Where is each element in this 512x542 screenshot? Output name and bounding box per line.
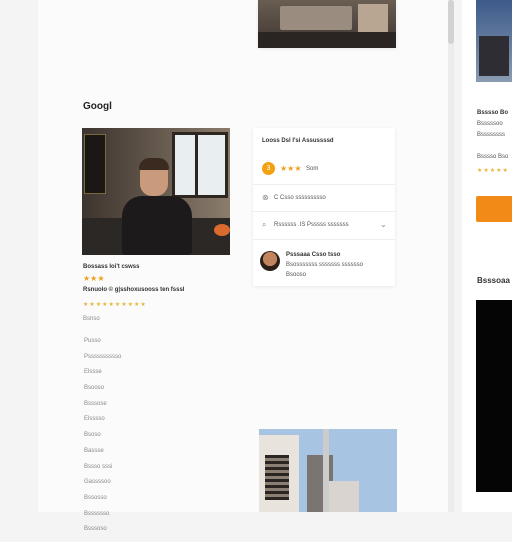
filter-item[interactable]: Pusso [84, 338, 121, 354]
profile-photo[interactable] [82, 128, 230, 255]
photo-shape [280, 6, 352, 30]
right-panel-text: Bsssso Bso [477, 154, 509, 160]
filter-item[interactable]: Elsssso [84, 416, 121, 432]
photo-building [479, 36, 509, 76]
filter-item[interactable]: Bassse [84, 448, 121, 464]
profile-rating-stars: ★★★ [83, 274, 105, 283]
profile-name[interactable]: Bossass Ioi't cswss [83, 264, 139, 270]
filter-item[interactable]: Bsssssso [84, 511, 121, 527]
filter-item[interactable]: Bsssoso [84, 526, 121, 542]
scroll-thumb[interactable] [448, 0, 454, 44]
option-item[interactable]: C Csso ssssssssso [274, 195, 326, 201]
profile-subtitle: Rsnuolo © g|sshoxusooss ten fsssl [83, 287, 185, 293]
info-card: Looss Dsl I'si Assussssd 3 ★★★ Som ⊗ C C… [253, 128, 395, 286]
avatar[interactable] [260, 251, 280, 271]
photo-person-hair [139, 158, 169, 170]
right-panel-photo[interactable] [476, 0, 512, 82]
filter-item[interactable]: Bssso sssi [84, 464, 121, 480]
photo-lamp [214, 224, 230, 236]
photo-window [172, 132, 228, 198]
photo-building-shutters [265, 455, 289, 500]
building-photo[interactable] [259, 429, 397, 512]
photo-shape [358, 4, 388, 34]
filter-list: Pusso Psssssssssso Elssse Bsooso Bsssose… [84, 338, 121, 542]
right-panel-text: Bsssso Bo [477, 110, 509, 116]
right-panel-stars: ★★★★★ [477, 168, 509, 174]
photo-building [329, 481, 359, 512]
info-rating-stars: ★★★ [280, 164, 302, 173]
info-rating-label: Som [306, 166, 319, 172]
chevron-down-icon[interactable]: ⌄ [380, 220, 387, 229]
review-text: Bsooso [286, 272, 307, 278]
review-text: Bsosssssss sssssss sssssso [286, 262, 364, 268]
right-panel-text: Bsssssoo [477, 121, 503, 127]
filter-item[interactable]: Bsoso [84, 432, 121, 448]
right-panel-heading: Bsssoaa [477, 276, 510, 285]
profile-review-stars: ★★★★★★★★★★ [83, 302, 147, 308]
filter-item[interactable]: Bsssose [84, 401, 121, 417]
divider [253, 184, 395, 185]
reviewer-name[interactable]: Psssaaa Csso tsso [286, 252, 340, 258]
option-item[interactable]: Rssssss .IS Psssss sssssss [274, 222, 349, 228]
divider [253, 239, 395, 240]
search-icon[interactable]: ⌕ [262, 220, 266, 230]
profile-label: Bsnso [83, 316, 100, 322]
close-icon[interactable]: ⊗ [262, 193, 269, 202]
photo-window-bar [195, 132, 198, 198]
filter-item[interactable]: Bssosso [84, 495, 121, 511]
photo-frame [84, 134, 106, 194]
filter-item[interactable]: Elssse [84, 369, 121, 385]
filter-item[interactable]: Gassssoo [84, 479, 121, 495]
orange-action-button[interactable] [476, 196, 512, 222]
right-panel-text: Bssssssss [477, 132, 506, 138]
photo-shape [258, 32, 396, 48]
photo-person-body [122, 196, 192, 255]
top-photo[interactable] [258, 0, 396, 48]
filter-item[interactable]: Bsooso [84, 385, 121, 401]
right-panel-video[interactable] [476, 300, 512, 492]
scrollbar[interactable] [448, 0, 454, 512]
section-title: Googl [83, 101, 112, 112]
divider [253, 211, 395, 212]
info-card-title: Looss Dsl I'si Assussssd [262, 138, 334, 144]
rating-badge: 3 [262, 162, 275, 175]
filter-item[interactable]: Psssssssssso [84, 354, 121, 370]
